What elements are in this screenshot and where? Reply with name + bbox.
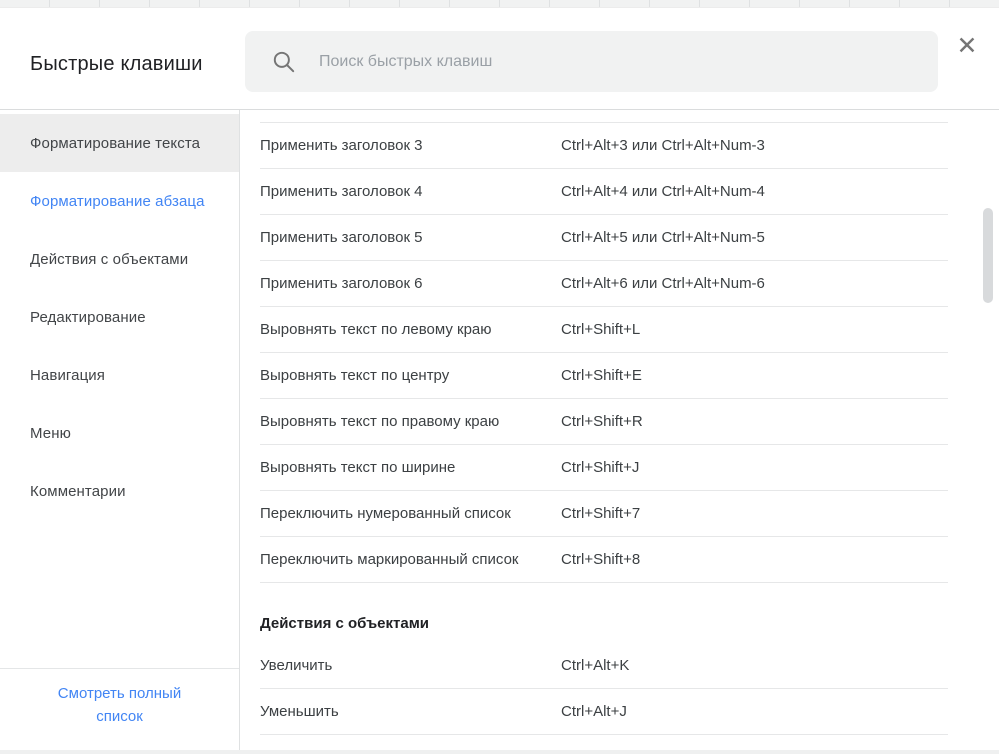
shortcut-row: Переключить нумерованный список Ctrl+Shi…	[260, 491, 948, 537]
shortcut-row: Выровнять текст по левому краю Ctrl+Shif…	[260, 307, 948, 353]
keyboard-shortcuts-dialog: Быстрые клавиши ✕ Форматирование текст	[0, 8, 999, 750]
shortcut-action-label: Уменьшить	[260, 703, 561, 720]
scrolled-row-remnant	[260, 110, 948, 123]
sidebar-item-label: Форматирование абзаца	[30, 193, 205, 210]
section-shortcut-rows: Увеличить Ctrl+Alt+K Уменьшить Ctrl+Alt+…	[260, 643, 948, 735]
dialog-header: Быстрые клавиши ✕	[0, 8, 999, 110]
category-nav: Форматирование текста Форматирование абз…	[0, 114, 239, 520]
shortcut-keys: Ctrl+Shift+L	[561, 321, 640, 338]
shortcut-action-label: Выровнять текст по ширине	[260, 459, 561, 476]
shortcut-keys: Ctrl+Alt+5 или Ctrl+Alt+Num-5	[561, 229, 765, 246]
shortcut-keys: Ctrl+Shift+R	[561, 413, 643, 430]
sidebar-footer: Смотреть полный список	[0, 668, 239, 750]
shortcut-keys: Ctrl+Alt+6 или Ctrl+Alt+Num-6	[561, 275, 765, 292]
see-full-list-link[interactable]: Смотреть полный список	[0, 669, 239, 750]
shortcut-list-panel: Применить заголовок 3 Ctrl+Alt+3 или Ctr…	[240, 110, 999, 750]
close-icon: ✕	[957, 34, 978, 59]
shortcut-action-label: Выровнять текст по правому краю	[260, 413, 561, 430]
scrollbar-thumb[interactable]	[983, 208, 993, 303]
shortcut-row: Увеличить Ctrl+Alt+K	[260, 643, 948, 689]
screen: Быстрые клавиши ✕ Форматирование текст	[0, 0, 999, 754]
shortcut-row: Применить заголовок 3 Ctrl+Alt+3 или Ctr…	[260, 123, 948, 169]
dialog-title: Быстрые клавиши	[30, 53, 203, 76]
sidebar-item-label: Меню	[30, 425, 71, 442]
dialog-body: Форматирование текста Форматирование абз…	[0, 110, 999, 750]
section-heading: Действия с объектами	[260, 583, 948, 643]
sidebar-item[interactable]: Редактирование	[0, 288, 239, 346]
shortcut-keys: Ctrl+Alt+K	[561, 657, 629, 674]
sidebar-item[interactable]: Меню	[0, 404, 239, 462]
sidebar-item-label: Комментарии	[30, 483, 126, 500]
close-button[interactable]: ✕	[951, 30, 983, 62]
shortcut-action-label: Переключить маркированный список	[260, 551, 561, 568]
sidebar-item-label: Редактирование	[30, 309, 146, 326]
background-ruler-strip	[0, 0, 999, 8]
sidebar-item[interactable]: Навигация	[0, 346, 239, 404]
background-bottom-strip	[0, 750, 999, 754]
search-icon	[271, 49, 297, 75]
sidebar-item[interactable]: Форматирование текста	[0, 114, 239, 172]
sidebar-item[interactable]: Комментарии	[0, 462, 239, 520]
shortcut-keys: Ctrl+Shift+7	[561, 505, 640, 522]
shortcut-row: Применить заголовок 6 Ctrl+Alt+6 или Ctr…	[260, 261, 948, 307]
search-box[interactable]	[245, 31, 938, 92]
shortcut-action-label: Выровнять текст по левому краю	[260, 321, 561, 338]
sidebar-item[interactable]: Форматирование абзаца	[0, 172, 239, 230]
shortcut-action-label: Выровнять текст по центру	[260, 367, 561, 384]
shortcut-action-label: Применить заголовок 5	[260, 229, 561, 246]
shortcut-keys: Ctrl+Shift+E	[561, 367, 642, 384]
shortcut-row: Выровнять текст по центру Ctrl+Shift+E	[260, 353, 948, 399]
shortcut-row: Уменьшить Ctrl+Alt+J	[260, 689, 948, 735]
sidebar-item-label: Действия с объектами	[30, 251, 188, 268]
shortcut-row: Применить заголовок 5 Ctrl+Alt+5 или Ctr…	[260, 215, 948, 261]
shortcut-action-label: Увеличить	[260, 657, 561, 674]
shortcut-action-label: Применить заголовок 4	[260, 183, 561, 200]
sidebar-item-label: Форматирование текста	[30, 135, 200, 152]
shortcut-row: Применить заголовок 4 Ctrl+Alt+4 или Ctr…	[260, 169, 948, 215]
shortcut-action-label: Применить заголовок 6	[260, 275, 561, 292]
shortcut-row: Переключить маркированный список Ctrl+Sh…	[260, 537, 948, 583]
shortcut-keys: Ctrl+Shift+J	[561, 459, 639, 476]
shortcut-keys: Ctrl+Alt+3 или Ctrl+Alt+Num-3	[561, 137, 765, 154]
shortcut-row: Выровнять текст по ширине Ctrl+Shift+J	[260, 445, 948, 491]
category-sidebar: Форматирование текста Форматирование абз…	[0, 110, 240, 750]
sidebar-item-label: Навигация	[30, 367, 105, 384]
shortcut-keys: Ctrl+Alt+J	[561, 703, 627, 720]
shortcut-action-label: Переключить нумерованный список	[260, 505, 561, 522]
shortcut-keys: Ctrl+Alt+4 или Ctrl+Alt+Num-4	[561, 183, 765, 200]
shortcut-keys: Ctrl+Shift+8	[561, 551, 640, 568]
shortcut-row: Выровнять текст по правому краю Ctrl+Shi…	[260, 399, 948, 445]
sidebar-item[interactable]: Действия с объектами	[0, 230, 239, 288]
shortcut-rows: Применить заголовок 3 Ctrl+Alt+3 или Ctr…	[260, 123, 948, 583]
shortcut-action-label: Применить заголовок 3	[260, 137, 561, 154]
search-input[interactable]	[319, 53, 918, 71]
